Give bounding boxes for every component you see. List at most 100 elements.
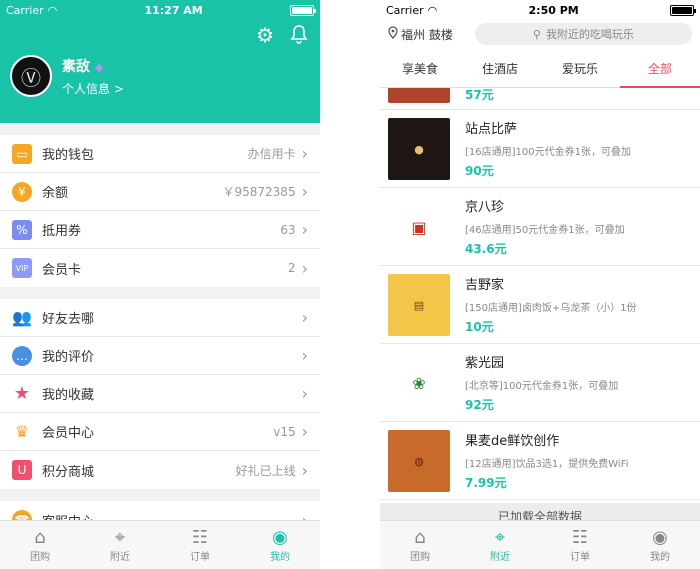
menu-value: ￥95872385 <box>222 185 296 199</box>
chevron-right-icon: › <box>301 182 308 201</box>
menu-row-balance[interactable]: ¥ 余额 ￥95872385 › <box>0 173 320 211</box>
gear-icon[interactable]: ⚙ <box>256 24 274 48</box>
coupon-icon: % <box>12 219 32 240</box>
nearby-screen: Carrier ◠ 2:50 PM 福州 鼓楼 ⚲ 我附近的吃喝玩乐 享美食 住… <box>380 0 700 569</box>
tab-nearby[interactable]: ⌖ 附近 <box>80 521 160 569</box>
search-input[interactable]: ⚲ 我附近的吃喝玩乐 <box>474 23 692 45</box>
crown-icon: ♛ <box>14 422 30 441</box>
list-item[interactable]: ▣ 京八珍 [46店通用]50元代金券1张，可叠加 43.6元 <box>380 188 700 266</box>
list-item[interactable]: ◍ 果麦de鲜饮创作 [12店通用]饮品3选1，提供免费WiFi 7.99元 <box>380 422 700 500</box>
wifi-icon: ◠ <box>427 3 438 17</box>
bottom-tab-bar: ⌂ 团购 ⌖ 附近 ☷ 订单 ◉ 我的 <box>380 520 700 569</box>
menu-row-coupon[interactable]: % 抵用券 63 › <box>0 211 320 249</box>
deal-list[interactable]: 57元 ● 站点比萨 [16店通用]100元代金券1张，可叠加 90元 ▣ 京八… <box>380 88 700 503</box>
deal-thumbnail <box>388 88 450 103</box>
tab-food[interactable]: 享美食 <box>380 50 460 87</box>
chevron-right-icon: › <box>301 258 308 278</box>
list-item[interactable]: ❀ 紫光园 [北京等]100元代金券1张，可叠加 92元 <box>380 344 700 422</box>
mall-icon: U <box>12 460 32 480</box>
menu-row-wallet[interactable]: ▭ 我的钱包 办信用卡 › <box>0 135 320 173</box>
profile-summary[interactable]: Ⓥ 素敌 ◆ 个人信息 > <box>10 55 124 97</box>
friends-icon: 👥 <box>12 308 32 327</box>
deal-description: [150店通用]卤肉饭+乌龙茶（小）1份 <box>465 303 637 314</box>
deal-description: [16店通用]100元代金券1张，可叠加 <box>465 147 631 158</box>
star-icon: ★ <box>13 383 31 404</box>
menu-row-reviews[interactable]: … 我的评价 › <box>0 337 320 375</box>
menu-label: 我的钱包 <box>42 148 95 163</box>
location-pin-icon: ⌖ <box>494 526 506 548</box>
deal-thumbnail: ▣ <box>388 196 450 258</box>
menu-row-member-center[interactable]: ♛ 会员中心 v15 › <box>0 413 320 451</box>
chevron-right-icon: › <box>301 346 308 365</box>
tab-mine[interactable]: ◉ 我的 <box>240 521 320 569</box>
menu-row-favorites[interactable]: ★ 我的收藏 › <box>0 375 320 413</box>
tab-nearby[interactable]: ⌖ 附近 <box>460 521 540 569</box>
search-placeholder: 我附近的吃喝玩乐 <box>545 28 634 41</box>
location-label: 福州 鼓楼 <box>401 27 453 42</box>
deal-description: [北京等]100元代金券1张，可叠加 <box>465 381 619 392</box>
battery-icon <box>289 4 316 16</box>
chevron-right-icon: › <box>301 422 308 441</box>
deal-name: 吉野家 <box>465 278 505 293</box>
location-pin-icon <box>388 26 398 42</box>
profile-header: Carrier ◠ 11:27 AM ⚙ Ⓥ 素敌 ◆ 个人信息 > <box>0 0 320 123</box>
deal-price: 7.99元 <box>465 476 507 490</box>
wallet-group: ▭ 我的钱包 办信用卡 › ¥ 余额 ￥95872385 › % 抵用券 63 … <box>0 135 320 287</box>
tab-hotel[interactable]: 住酒店 <box>460 50 540 87</box>
deal-thumbnail: ❀ <box>388 352 450 414</box>
chevron-right-icon: › <box>301 460 308 480</box>
menu-row-friends[interactable]: 👥 好友去哪 › <box>0 299 320 337</box>
menu-row-vip[interactable]: VIP 会员卡 2 › <box>0 249 320 287</box>
menu-label: 会员中心 <box>42 426 95 441</box>
order-icon: ☷ <box>571 526 589 548</box>
avatar[interactable]: Ⓥ <box>10 55 52 97</box>
deal-description: [12店通用]饮品3选1，提供免费WiFi <box>465 459 629 470</box>
social-group: 👥 好友去哪 › … 我的评价 › ★ 我的收藏 › ♛ 会员中心 v15 › … <box>0 299 320 489</box>
tab-mine[interactable]: ◉ 我的 <box>620 521 700 569</box>
tab-group-buy[interactable]: ⌂ 团购 <box>380 521 460 569</box>
wallet-icon: ▭ <box>12 143 32 164</box>
menu-label: 我的评价 <box>42 350 95 365</box>
profile-icon: ◉ <box>652 526 668 548</box>
location-pin-icon: ⌖ <box>114 526 126 548</box>
deal-description: [46店通用]50元代金券1张，可叠加 <box>465 225 625 236</box>
menu-row-points-mall[interactable]: U 积分商城 好礼已上线 › <box>0 451 320 489</box>
deal-name: 紫光园 <box>465 356 505 371</box>
search-icon: ⚲ <box>532 27 541 41</box>
menu-value: v15 <box>273 424 296 439</box>
user-name: 素敌 <box>62 58 90 75</box>
tab-orders[interactable]: ☷ 订单 <box>160 521 240 569</box>
tab-group-buy[interactable]: ⌂ 团购 <box>0 521 80 569</box>
order-icon: ☷ <box>191 526 209 548</box>
chevron-right-icon: › <box>301 308 308 327</box>
chevron-right-icon: › <box>301 144 308 163</box>
tab-fun[interactable]: 爱玩乐 <box>540 50 620 87</box>
menu-label: 会员卡 <box>42 262 82 278</box>
menu-value: 2 <box>287 261 296 275</box>
deal-name: 果麦de鲜饮创作 <box>465 434 560 449</box>
list-item[interactable]: ▤ 吉野家 [150店通用]卤肉饭+乌龙茶（小）1份 10元 <box>380 266 700 344</box>
diamond-icon: ◆ <box>94 60 104 74</box>
deal-name: 站点比萨 <box>465 122 518 137</box>
tab-all[interactable]: 全部 <box>620 50 700 88</box>
profile-icon: ◉ <box>272 526 288 548</box>
list-item[interactable]: 57元 <box>380 88 700 110</box>
bell-icon[interactable] <box>290 24 308 48</box>
chevron-right-icon: › <box>301 220 308 239</box>
deal-name: 京八珍 <box>465 200 505 215</box>
deal-thumbnail: ◍ <box>388 430 450 492</box>
carrier-label: Carrier <box>386 3 424 17</box>
location-selector[interactable]: 福州 鼓楼 <box>388 26 453 43</box>
menu-label: 好友去哪 <box>42 312 95 327</box>
list-item[interactable]: ● 站点比萨 [16店通用]100元代金券1张，可叠加 90元 <box>380 110 700 188</box>
personal-info-link[interactable]: 个人信息 > <box>62 80 124 97</box>
carrier-label: Carrier <box>6 3 44 17</box>
profile-screen: Carrier ◠ 11:27 AM ⚙ Ⓥ 素敌 ◆ 个人信息 > ▭ 我的钱… <box>0 0 320 569</box>
menu-label: 抵用券 <box>42 224 82 239</box>
menu-label: 余额 <box>42 186 69 201</box>
money-bag-icon: ¥ <box>12 181 32 202</box>
status-bar: Carrier ◠ 11:27 AM <box>0 0 320 20</box>
deal-price: 10元 <box>465 320 494 334</box>
tab-orders[interactable]: ☷ 订单 <box>540 521 620 569</box>
location-search-bar: 福州 鼓楼 ⚲ 我附近的吃喝玩乐 <box>380 20 700 48</box>
